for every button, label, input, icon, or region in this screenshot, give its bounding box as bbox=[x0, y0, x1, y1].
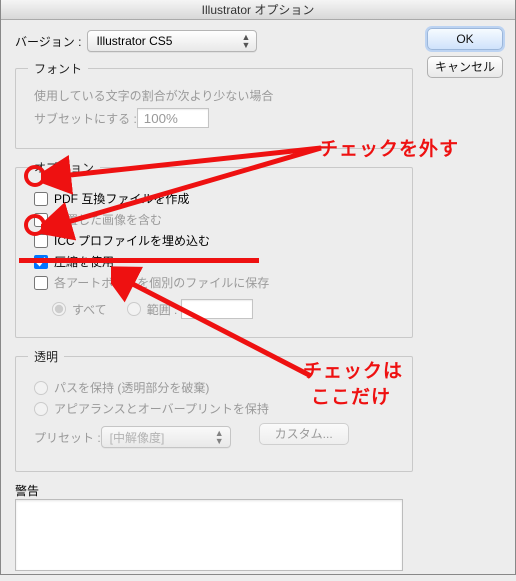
window-title: Illustrator オプション bbox=[1, 0, 515, 20]
radio-range-label: 範囲 : bbox=[147, 301, 178, 318]
version-label: バージョン : bbox=[15, 33, 81, 50]
pdf-checkbox[interactable] bbox=[34, 192, 48, 206]
annotation-onlyhere1: チェックは bbox=[303, 356, 403, 383]
icc-label: ICC プロファイルを埋め込む bbox=[54, 232, 210, 249]
version-value: Illustrator CS5 bbox=[96, 34, 172, 48]
eachartboard-label: 各アートボードを個別のファイルに保存 bbox=[54, 274, 269, 291]
pdf-label: PDF 互換ファイルを作成 bbox=[54, 190, 189, 207]
appearance-label: アピアランスとオーバープリントを保持 bbox=[54, 400, 269, 417]
ok-button[interactable]: OK bbox=[427, 28, 503, 50]
preset-select: [中解像度] ▲▼ bbox=[101, 426, 231, 448]
radio-all-label: すべて bbox=[72, 301, 107, 318]
annotation-circle-icon bbox=[24, 165, 46, 187]
cancel-button[interactable]: キャンセル bbox=[427, 56, 503, 78]
font-legend: フォント bbox=[28, 60, 88, 77]
version-select[interactable]: Illustrator CS5 ▲▼ bbox=[87, 30, 257, 52]
range-field bbox=[181, 299, 253, 319]
appearance-radio bbox=[34, 402, 48, 416]
warning-label: 警告 bbox=[15, 482, 413, 499]
annotation-onlyhere2: ここだけ bbox=[311, 382, 391, 409]
eachartboard-checkbox[interactable] bbox=[34, 276, 48, 290]
font-desc: 使用している文字の割合が次より少ない場合 bbox=[34, 87, 400, 104]
subset-field bbox=[137, 108, 209, 128]
placed-label: 配置した画像を含む bbox=[54, 211, 162, 228]
transparency-legend: 透明 bbox=[28, 348, 64, 365]
radio-all bbox=[52, 302, 66, 316]
updown-icon: ▲▼ bbox=[215, 429, 224, 445]
keep-path-radio bbox=[34, 381, 48, 395]
radio-range bbox=[127, 302, 141, 316]
preset-value: [中解像度] bbox=[110, 429, 165, 446]
preset-label: プリセット : bbox=[34, 429, 101, 446]
warning-textarea bbox=[15, 499, 403, 571]
annotation-underline bbox=[19, 258, 259, 263]
subset-label: サブセットにする : bbox=[34, 110, 137, 127]
annotation-circle-icon bbox=[24, 214, 46, 236]
custom-button: カスタム... bbox=[259, 423, 349, 445]
annotation-uncheck: チェックを外す bbox=[319, 134, 459, 161]
options-group: オプション PDF 互換ファイルを作成 配置した画像を含む ICC プロファイル… bbox=[15, 159, 413, 338]
keep-path-label: パスを保持 (透明部分を破棄) bbox=[54, 379, 209, 396]
updown-icon: ▲▼ bbox=[242, 33, 251, 49]
